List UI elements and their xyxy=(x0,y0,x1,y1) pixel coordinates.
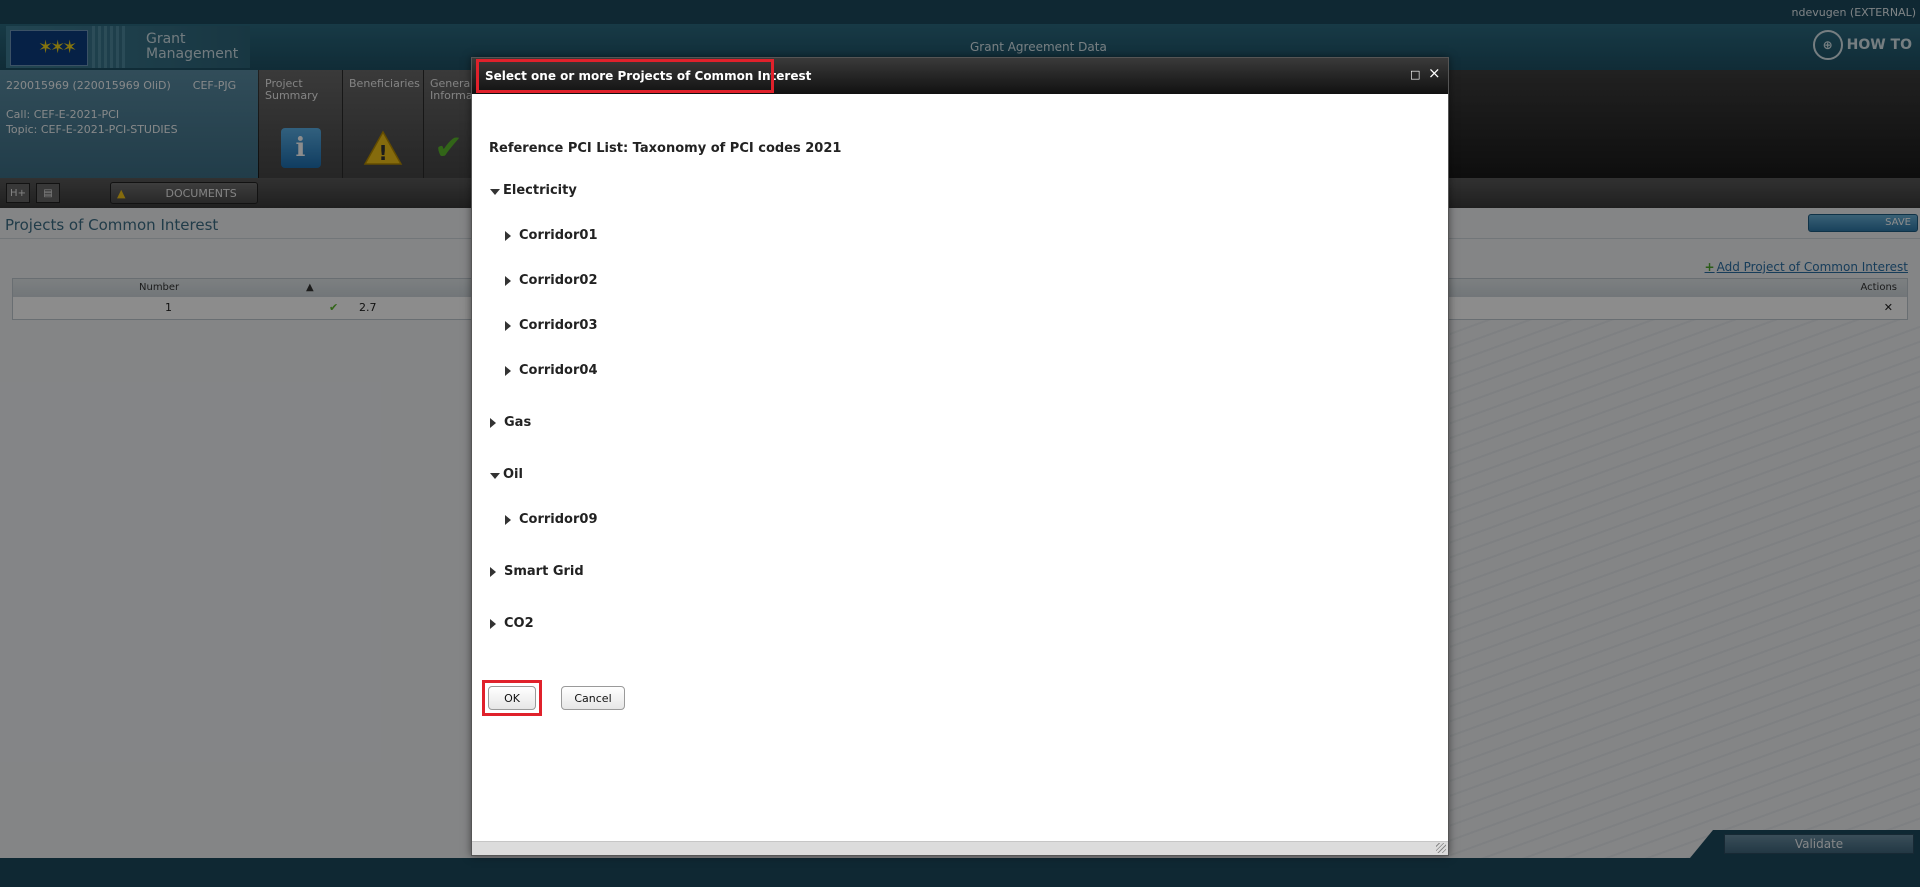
dialog-body: Reference PCI List: Taxonomy of PCI code… xyxy=(472,94,1448,841)
tree-node-label: Corridor03 xyxy=(519,318,598,333)
tree-node-label: Corridor01 xyxy=(519,228,598,243)
tree-node-label: Smart Grid xyxy=(504,564,584,579)
tree-node-corridor04[interactable]: Corridor04 xyxy=(505,363,598,378)
collapsed-icon[interactable] xyxy=(505,320,511,331)
close-icon[interactable]: × xyxy=(1428,66,1441,81)
collapsed-icon[interactable] xyxy=(505,230,511,241)
tree-node-co2[interactable]: CO2 xyxy=(490,616,534,631)
maximize-icon[interactable]: □ xyxy=(1410,68,1420,82)
expanded-icon[interactable] xyxy=(490,472,500,479)
tree-node-label: Corridor04 xyxy=(519,363,598,378)
collapsed-icon[interactable] xyxy=(490,417,496,428)
collapsed-icon[interactable] xyxy=(490,566,496,577)
tree-node-corridor03[interactable]: Corridor03 xyxy=(505,318,598,333)
reference-label: Reference PCI List: Taxonomy of PCI code… xyxy=(489,141,842,156)
title-highlight-box xyxy=(476,59,774,93)
expanded-icon[interactable] xyxy=(490,188,500,195)
tree-node-label: Corridor02 xyxy=(519,273,598,288)
tree-node-label: CO2 xyxy=(504,616,534,631)
tree-node-smart-grid[interactable]: Smart Grid xyxy=(490,564,584,579)
resize-handle-icon[interactable] xyxy=(1436,843,1446,853)
tree-node-corridor02[interactable]: Corridor02 xyxy=(505,273,598,288)
collapsed-icon[interactable] xyxy=(505,514,511,525)
select-pci-dialog: Select one or more Projects of Common In… xyxy=(471,57,1449,856)
tree-node-corridor01[interactable]: Corridor01 xyxy=(505,228,598,243)
dialog-footer xyxy=(472,841,1448,855)
tree-node-electricity[interactable]: Electricity xyxy=(490,183,577,198)
tree-node-label: Electricity xyxy=(503,183,577,198)
tree-node-label: Oil xyxy=(503,467,523,482)
tree-node-label: Corridor09 xyxy=(519,512,598,527)
tree-node-corridor09[interactable]: Corridor09 xyxy=(505,512,598,527)
tree-node-oil[interactable]: Oil xyxy=(490,467,523,482)
collapsed-icon[interactable] xyxy=(505,365,511,376)
dialog-title-bar[interactable]: Select one or more Projects of Common In… xyxy=(472,58,1448,94)
collapsed-icon[interactable] xyxy=(505,275,511,286)
ok-button[interactable]: OK xyxy=(488,686,536,710)
tree-node-gas[interactable]: Gas xyxy=(490,415,531,430)
tree-node-label: Gas xyxy=(504,415,532,430)
cancel-button[interactable]: Cancel xyxy=(561,686,625,710)
collapsed-icon[interactable] xyxy=(490,618,496,629)
